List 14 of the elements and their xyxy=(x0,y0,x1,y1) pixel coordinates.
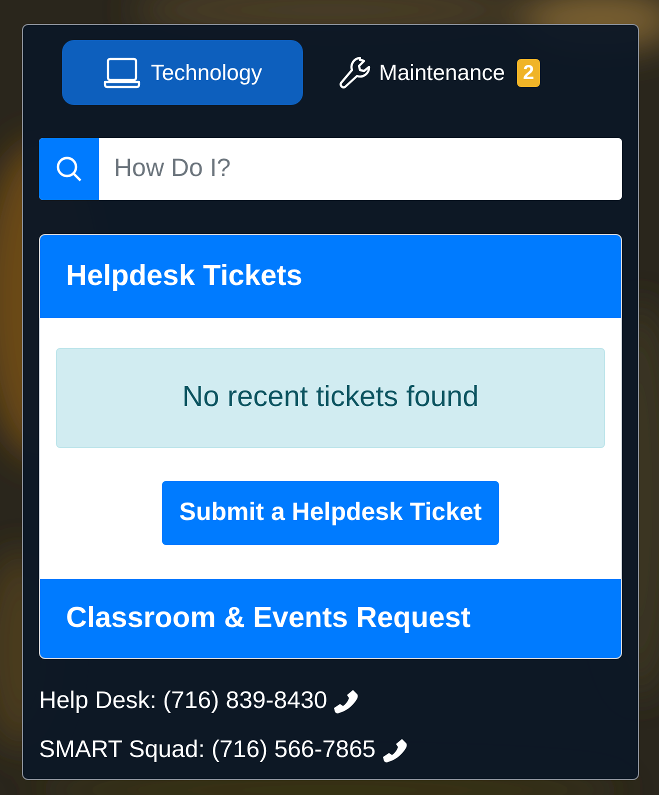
contact-phone: Help Desk: (716) 839-8430 xyxy=(39,686,328,716)
empty-state-alert: No recent tickets found xyxy=(56,348,605,448)
contact-phone: SMART Squad: (716) 566-7865 xyxy=(39,735,376,765)
section-header[interactable]: Helpdesk Tickets xyxy=(40,235,621,318)
tab[interactable]: Maintenance 2 xyxy=(319,40,560,105)
phone-icon xyxy=(382,737,408,763)
section-header[interactable]: Classroom & Events Request xyxy=(40,578,621,658)
wrench-icon xyxy=(339,56,371,90)
count-badge: 2 xyxy=(516,58,540,86)
tab[interactable]: Technology xyxy=(62,40,303,105)
submit-ticket-button[interactable]: Submit a Helpdesk Ticket xyxy=(162,481,499,545)
phone-icon xyxy=(333,688,360,714)
search-icon xyxy=(55,155,83,183)
laptop-icon xyxy=(102,56,141,88)
